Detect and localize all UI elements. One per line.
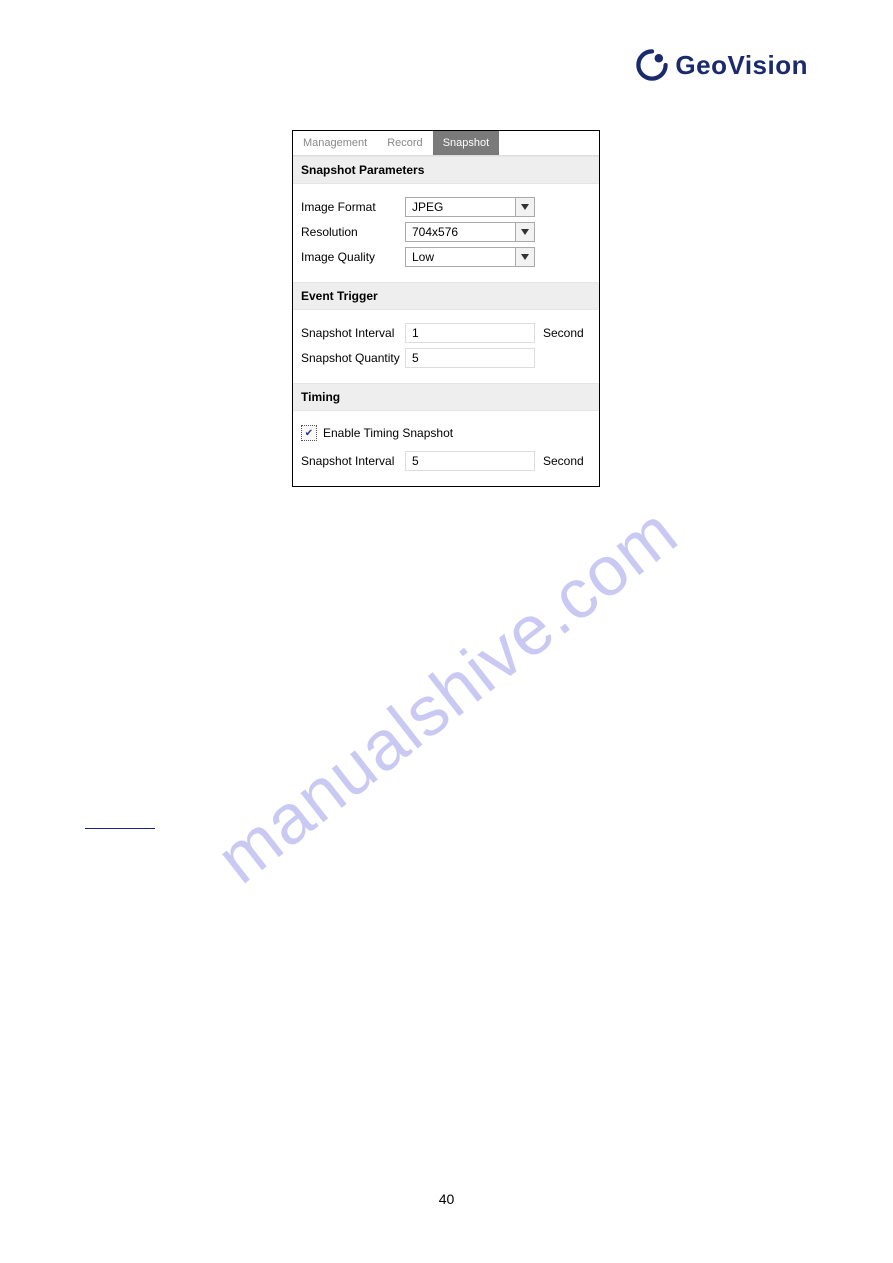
tab-bar: Management Record Snapshot (293, 131, 599, 156)
section-snapshot-parameters-header: Snapshot Parameters (293, 156, 599, 184)
horizontal-rule (85, 828, 155, 829)
chevron-down-icon (515, 198, 534, 216)
event-snapshot-interval-input[interactable]: 1 (405, 323, 535, 343)
resolution-value: 704x576 (412, 225, 515, 239)
image-quality-value: Low (412, 250, 515, 264)
tab-record[interactable]: Record (377, 131, 432, 155)
enable-timing-snapshot-checkbox[interactable] (301, 425, 317, 441)
section-event-trigger-body: Snapshot Interval 1 Second Snapshot Quan… (293, 310, 599, 383)
tab-management[interactable]: Management (293, 131, 377, 155)
snapshot-quantity-label: Snapshot Quantity (301, 351, 405, 365)
enable-timing-snapshot-label: Enable Timing Snapshot (323, 426, 453, 440)
watermark-text: manualshive.com (201, 491, 691, 899)
section-timing-header: Timing (293, 383, 599, 411)
timing-snapshot-interval-label: Snapshot Interval (301, 454, 405, 468)
image-quality-label: Image Quality (301, 250, 405, 264)
resolution-label: Resolution (301, 225, 405, 239)
chevron-down-icon (515, 223, 534, 241)
resolution-select[interactable]: 704x576 (405, 222, 535, 242)
brand-logo-text: GeoVision (675, 50, 808, 81)
image-format-select[interactable]: JPEG (405, 197, 535, 217)
brand-logo: GeoVision (635, 48, 808, 82)
event-snapshot-interval-label: Snapshot Interval (301, 326, 405, 340)
section-event-trigger-header: Event Trigger (293, 282, 599, 310)
snapshot-quantity-value: 5 (412, 351, 419, 365)
snapshot-quantity-input[interactable]: 5 (405, 348, 535, 368)
brand-logo-icon (635, 48, 669, 82)
tab-snapshot[interactable]: Snapshot (433, 131, 499, 155)
snapshot-settings-panel: Management Record Snapshot Snapshot Para… (292, 130, 600, 487)
page-number: 40 (0, 1191, 893, 1207)
chevron-down-icon (515, 248, 534, 266)
section-snapshot-parameters-body: Image Format JPEG Resolution 704x576 (293, 184, 599, 282)
image-format-value: JPEG (412, 200, 515, 214)
image-format-label: Image Format (301, 200, 405, 214)
image-quality-select[interactable]: Low (405, 247, 535, 267)
event-snapshot-interval-value: 1 (412, 326, 419, 340)
timing-snapshot-interval-input[interactable]: 5 (405, 451, 535, 471)
section-timing-body: Enable Timing Snapshot Snapshot Interval… (293, 411, 599, 486)
timing-snapshot-interval-value: 5 (412, 454, 419, 468)
event-snapshot-interval-unit: Second (543, 326, 584, 340)
timing-snapshot-interval-unit: Second (543, 454, 584, 468)
